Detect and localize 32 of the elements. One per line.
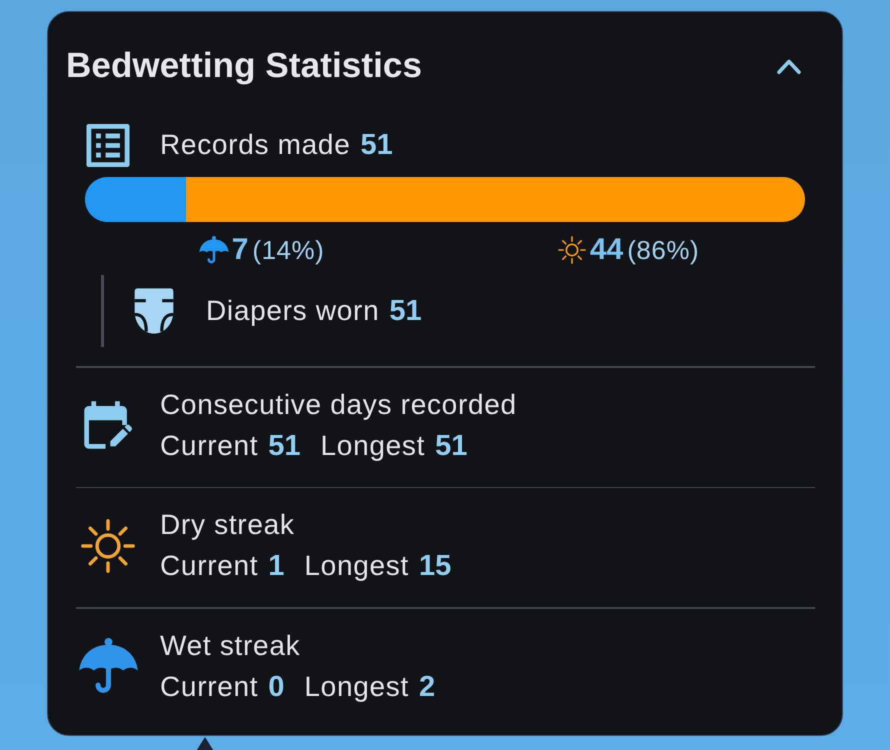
stat-label: Longest — [304, 549, 409, 583]
stat-value: 51 — [435, 428, 468, 464]
sun-icon — [81, 518, 135, 574]
stat-value: 51 — [389, 294, 422, 329]
stat-label: Current — [160, 549, 258, 583]
share-count: 7 — [232, 234, 248, 266]
stat-value: 2 — [418, 670, 436, 704]
share-count: 44 — [590, 234, 624, 266]
streak-title: Consecutive days recorded — [160, 388, 517, 422]
calendar-edit-icon — [84, 401, 132, 449]
pointer-tip-icon — [195, 737, 215, 750]
umbrella-icon — [76, 638, 140, 694]
stat-value: 0 — [268, 670, 284, 704]
card-title: Bedwetting Statistics — [66, 45, 422, 87]
stat-label: Longest — [320, 428, 426, 463]
share-percent: (86%) — [627, 234, 700, 266]
stat-value: 1 — [268, 549, 284, 584]
umbrella-icon — [198, 236, 229, 264]
list-icon — [86, 124, 130, 166]
stat-value: 51 — [268, 428, 301, 464]
stat-value: 51 — [360, 128, 393, 163]
streak-title: Dry streak — [160, 508, 296, 542]
sun-icon — [558, 236, 586, 264]
stat-label: Current — [160, 670, 258, 704]
streak-title: Wet streak — [160, 628, 302, 662]
share-percent: (14%) — [252, 234, 324, 266]
stat-value: 15 — [418, 549, 452, 584]
stat-label: Longest — [304, 670, 409, 704]
stat-label: Diapers worn — [206, 294, 380, 328]
stat-label: Current — [160, 428, 258, 462]
chevron-up-icon[interactable] — [776, 58, 802, 74]
stat-label: Records made — [160, 128, 350, 162]
